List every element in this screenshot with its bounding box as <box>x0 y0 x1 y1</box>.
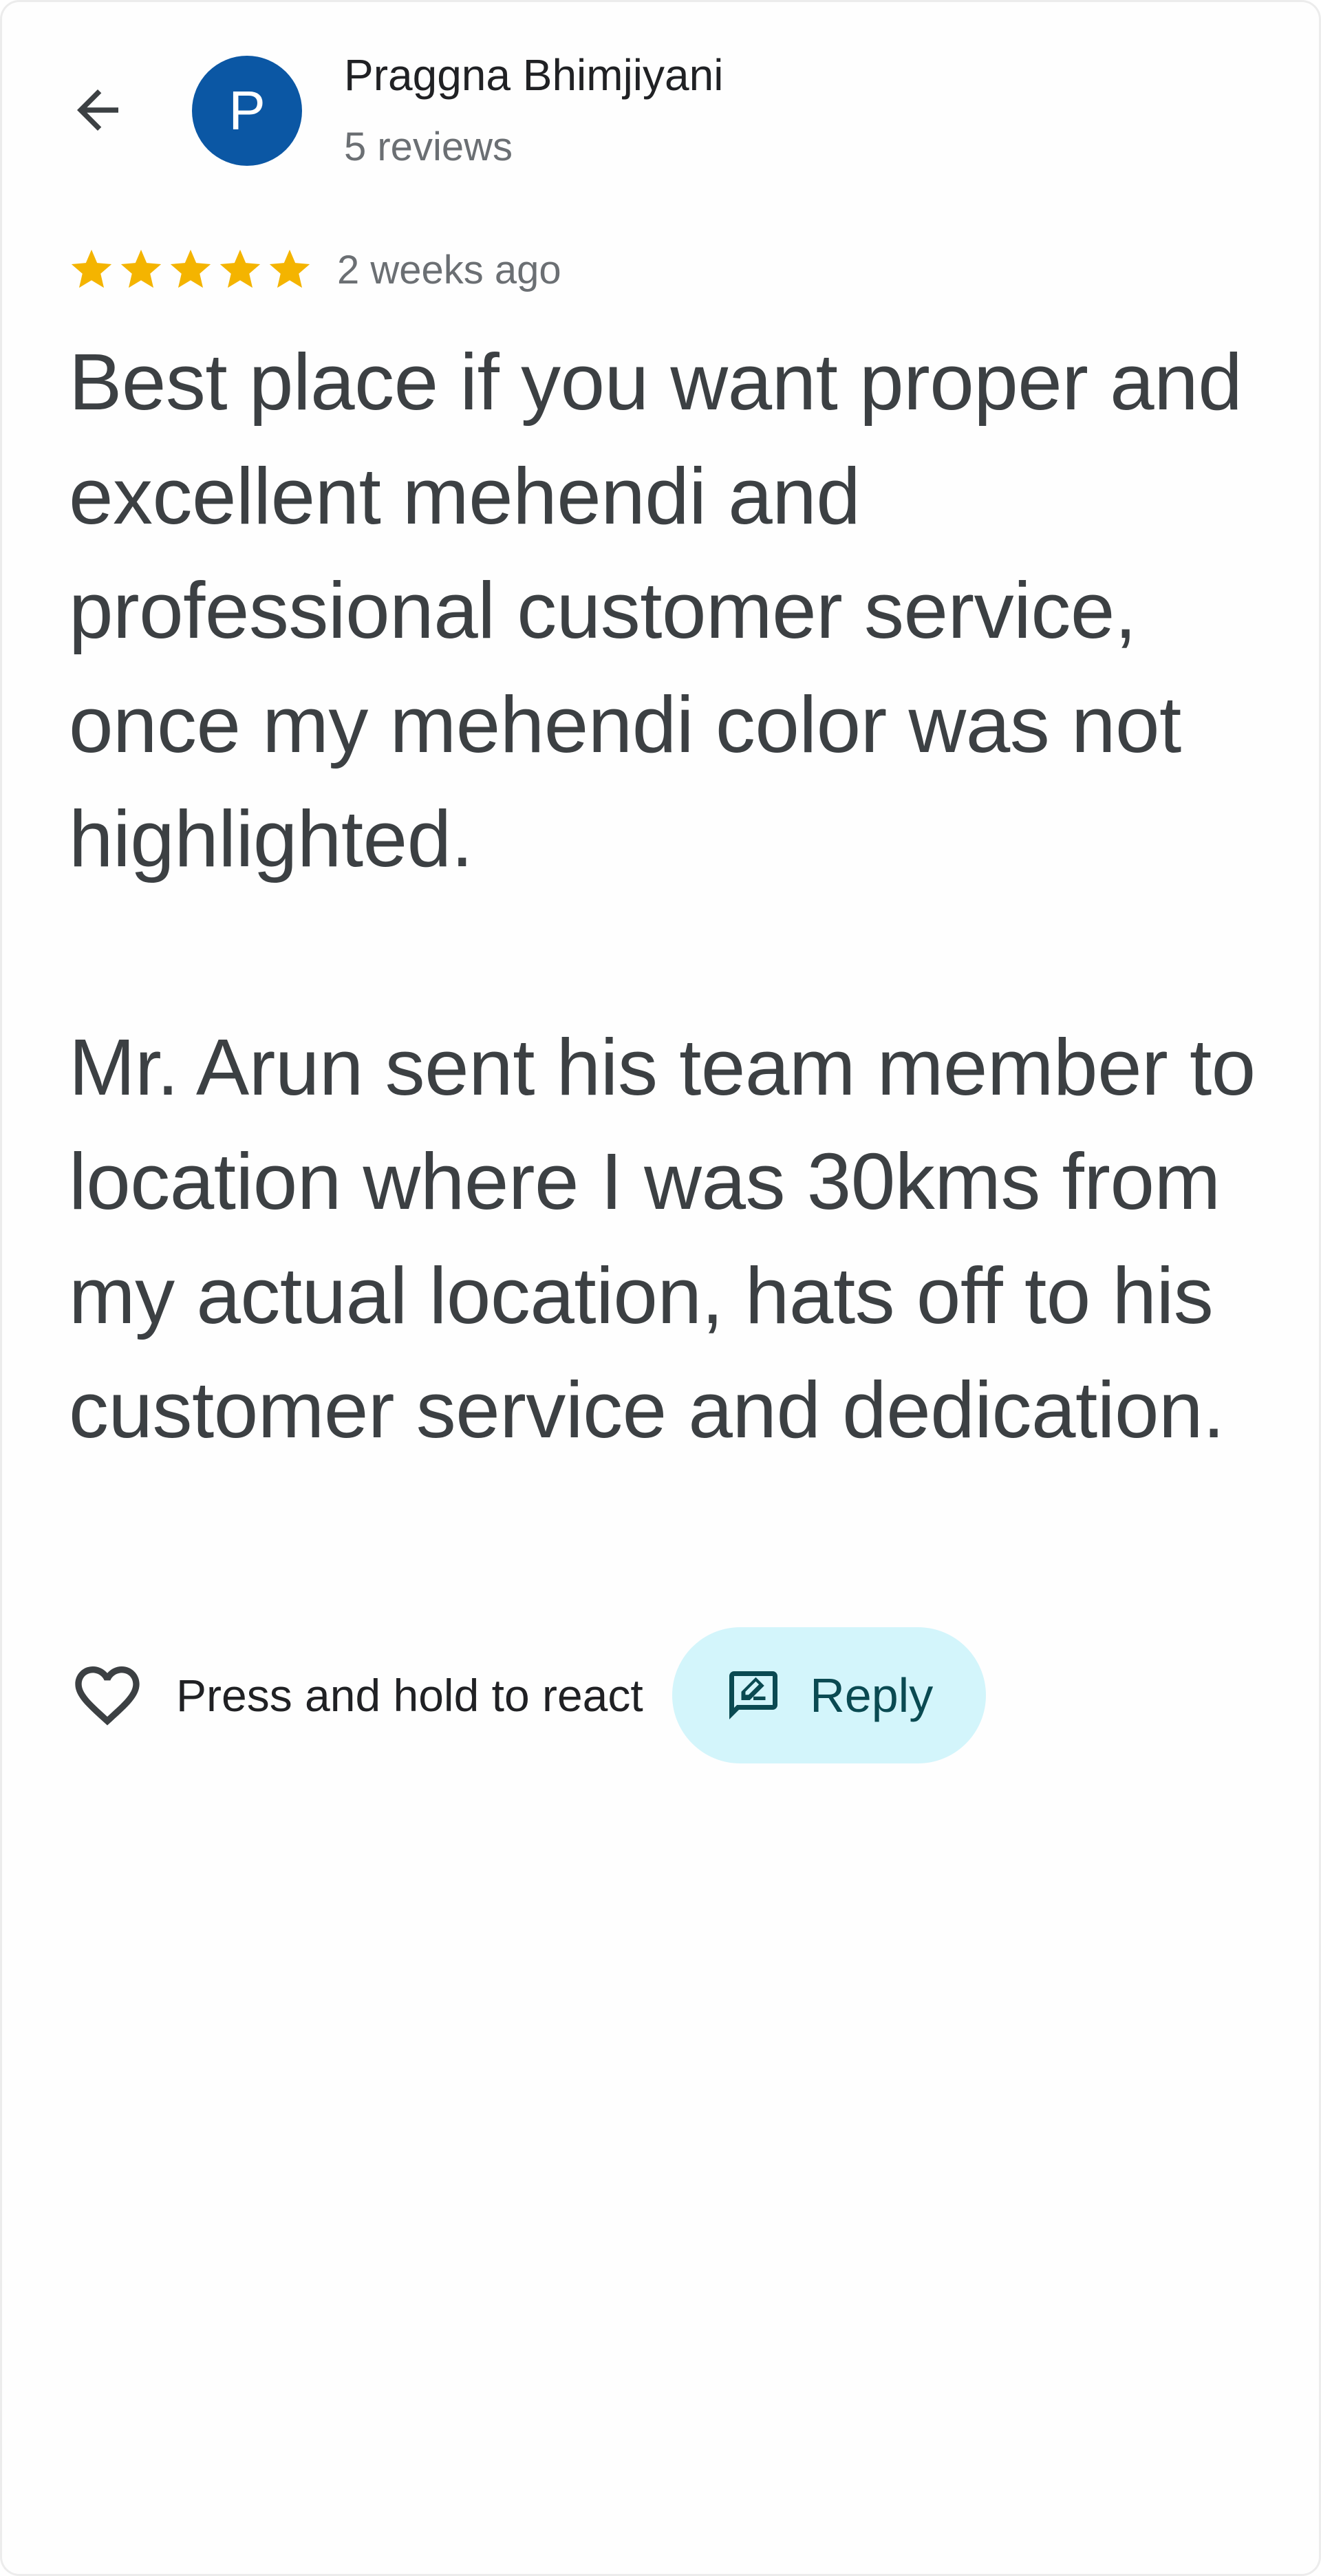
review-page: P Praggna Bhimjiyani 5 reviews 2 weeks a… <box>0 0 1321 2576</box>
avatar[interactable]: P <box>192 56 302 166</box>
review-actions: Press and hold to react Reply <box>66 1627 986 1764</box>
review-paragraph: Best place if you want proper and excell… <box>69 337 1243 883</box>
star-icon <box>120 249 162 288</box>
heart-outline-icon <box>66 1654 149 1737</box>
review-text: Best place if you want proper and excell… <box>69 325 1280 1467</box>
star-icon <box>71 249 112 288</box>
reply-label: Reply <box>810 1668 934 1722</box>
star-icon <box>219 249 261 288</box>
back-button[interactable] <box>50 69 146 151</box>
star-rating <box>67 246 314 294</box>
review-header: P Praggna Bhimjiyani 5 reviews <box>0 0 1321 206</box>
react-button[interactable]: Press and hold to react <box>66 1627 643 1764</box>
review-time: 2 weeks ago <box>337 247 561 292</box>
rating-row: 2 weeks ago <box>67 242 561 297</box>
reply-comment-icon <box>724 1666 782 1724</box>
avatar-initial: P <box>228 80 266 141</box>
reply-button[interactable]: Reply <box>672 1627 986 1763</box>
star-icon <box>170 249 211 288</box>
reviewer-name[interactable]: Praggna Bhimjiyani <box>344 50 723 100</box>
react-label: Press and hold to react <box>176 1670 643 1721</box>
star-icon <box>269 249 310 288</box>
review-paragraph: Mr. Arun sent his team member to locatio… <box>69 1022 1256 1455</box>
review-count: 5 reviews <box>344 125 513 169</box>
arrow-back-icon <box>77 89 118 131</box>
